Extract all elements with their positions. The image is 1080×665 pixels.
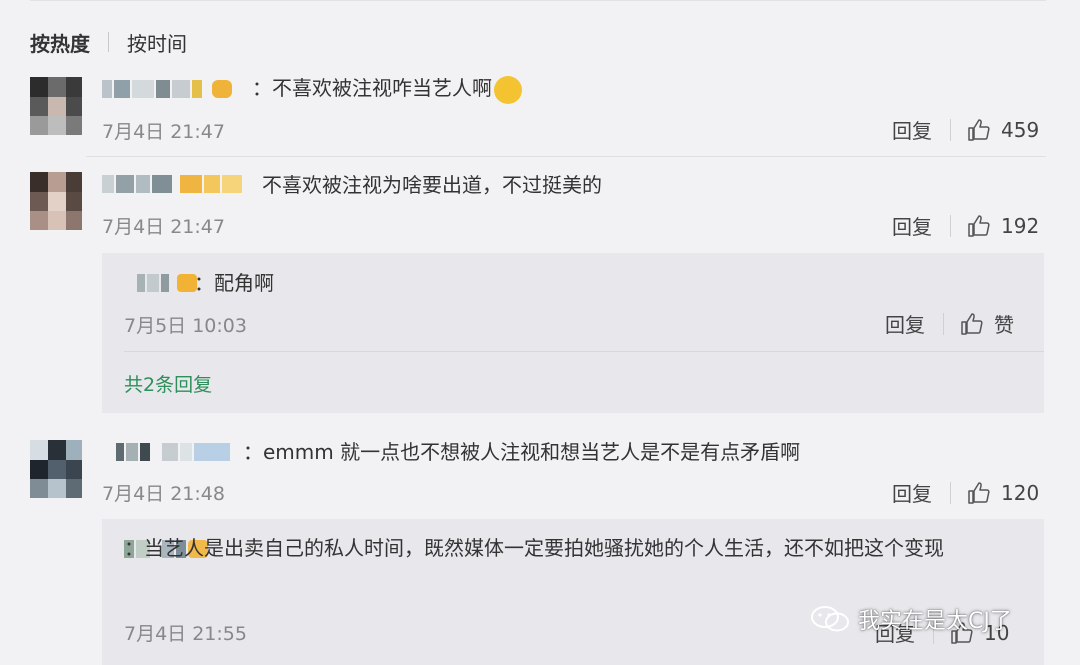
more-replies-link[interactable]: 共2条回复 — [124, 370, 212, 397]
thumbs-up-icon[interactable] — [967, 481, 991, 505]
username-blurred[interactable] — [102, 78, 232, 100]
username-blurred[interactable] — [116, 441, 230, 463]
sort-by-hot-tab[interactable]: 按热度 — [30, 28, 90, 57]
reply-button[interactable]: 回复 — [892, 211, 932, 240]
reply-timestamp: 7月5日 10:03 — [124, 315, 247, 337]
like-count: 192 — [1001, 213, 1040, 238]
reply-text: ：当艺人是出卖自己的私人时间，既然媒体一定要拍她骚扰她的个人生活，还不如把这个变… — [124, 536, 944, 560]
comment-timestamp: 7月4日 21:48 — [102, 483, 225, 505]
reply-timestamp: 7月4日 21:55 — [124, 623, 247, 645]
username-blurred[interactable] — [137, 272, 197, 294]
comment-timestamp: 7月4日 21:47 — [102, 121, 225, 143]
reply-button[interactable]: 回复 — [892, 115, 932, 144]
like-count: 459 — [1001, 117, 1040, 142]
comment-text: 不喜欢被注视为啥要出道，不过挺美的 — [262, 173, 602, 197]
comment-actions: 回复 120 — [892, 478, 1039, 507]
watermark-text: 我实在是太CJ了 — [858, 609, 1012, 634]
top-divider — [30, 0, 1046, 1]
sort-by-time-tab[interactable]: 按时间 — [127, 28, 187, 57]
surprised-face-emoji — [494, 75, 522, 104]
username-blurred[interactable] — [102, 173, 242, 195]
comment-text: ：emmm 就一点也不想被人注视和想当艺人是不是有点矛盾啊 — [243, 440, 801, 464]
thumbs-up-icon[interactable] — [960, 312, 984, 336]
reply-text: ：配角啊 — [194, 271, 274, 295]
comment-actions: 回复 459 — [892, 115, 1039, 144]
comment-text: ：不喜欢被注视咋当艺人啊 — [252, 75, 522, 104]
like-label[interactable]: 赞 — [994, 309, 1014, 338]
comment-divider — [86, 156, 1046, 157]
reply-button[interactable]: 回复 — [885, 309, 925, 338]
comment-actions: 回复 192 — [892, 211, 1039, 240]
reply-actions: 回复 赞 — [885, 309, 1014, 338]
avatar[interactable] — [30, 77, 82, 135]
reply-button[interactable]: 回复 — [892, 478, 932, 507]
reply-divider — [124, 351, 1044, 352]
sort-tabs: 按热度 按时间 — [30, 28, 187, 56]
wechat-icon — [811, 606, 849, 632]
sort-separator — [108, 32, 109, 52]
like-count: 120 — [1001, 480, 1040, 505]
avatar[interactable] — [30, 172, 82, 230]
thumbs-up-icon[interactable] — [967, 214, 991, 238]
comment-timestamp: 7月4日 21:47 — [102, 216, 225, 238]
avatar[interactable] — [30, 440, 82, 498]
thumbs-up-icon[interactable] — [967, 118, 991, 142]
watermark: 我实在是太CJ了 — [810, 603, 1012, 635]
